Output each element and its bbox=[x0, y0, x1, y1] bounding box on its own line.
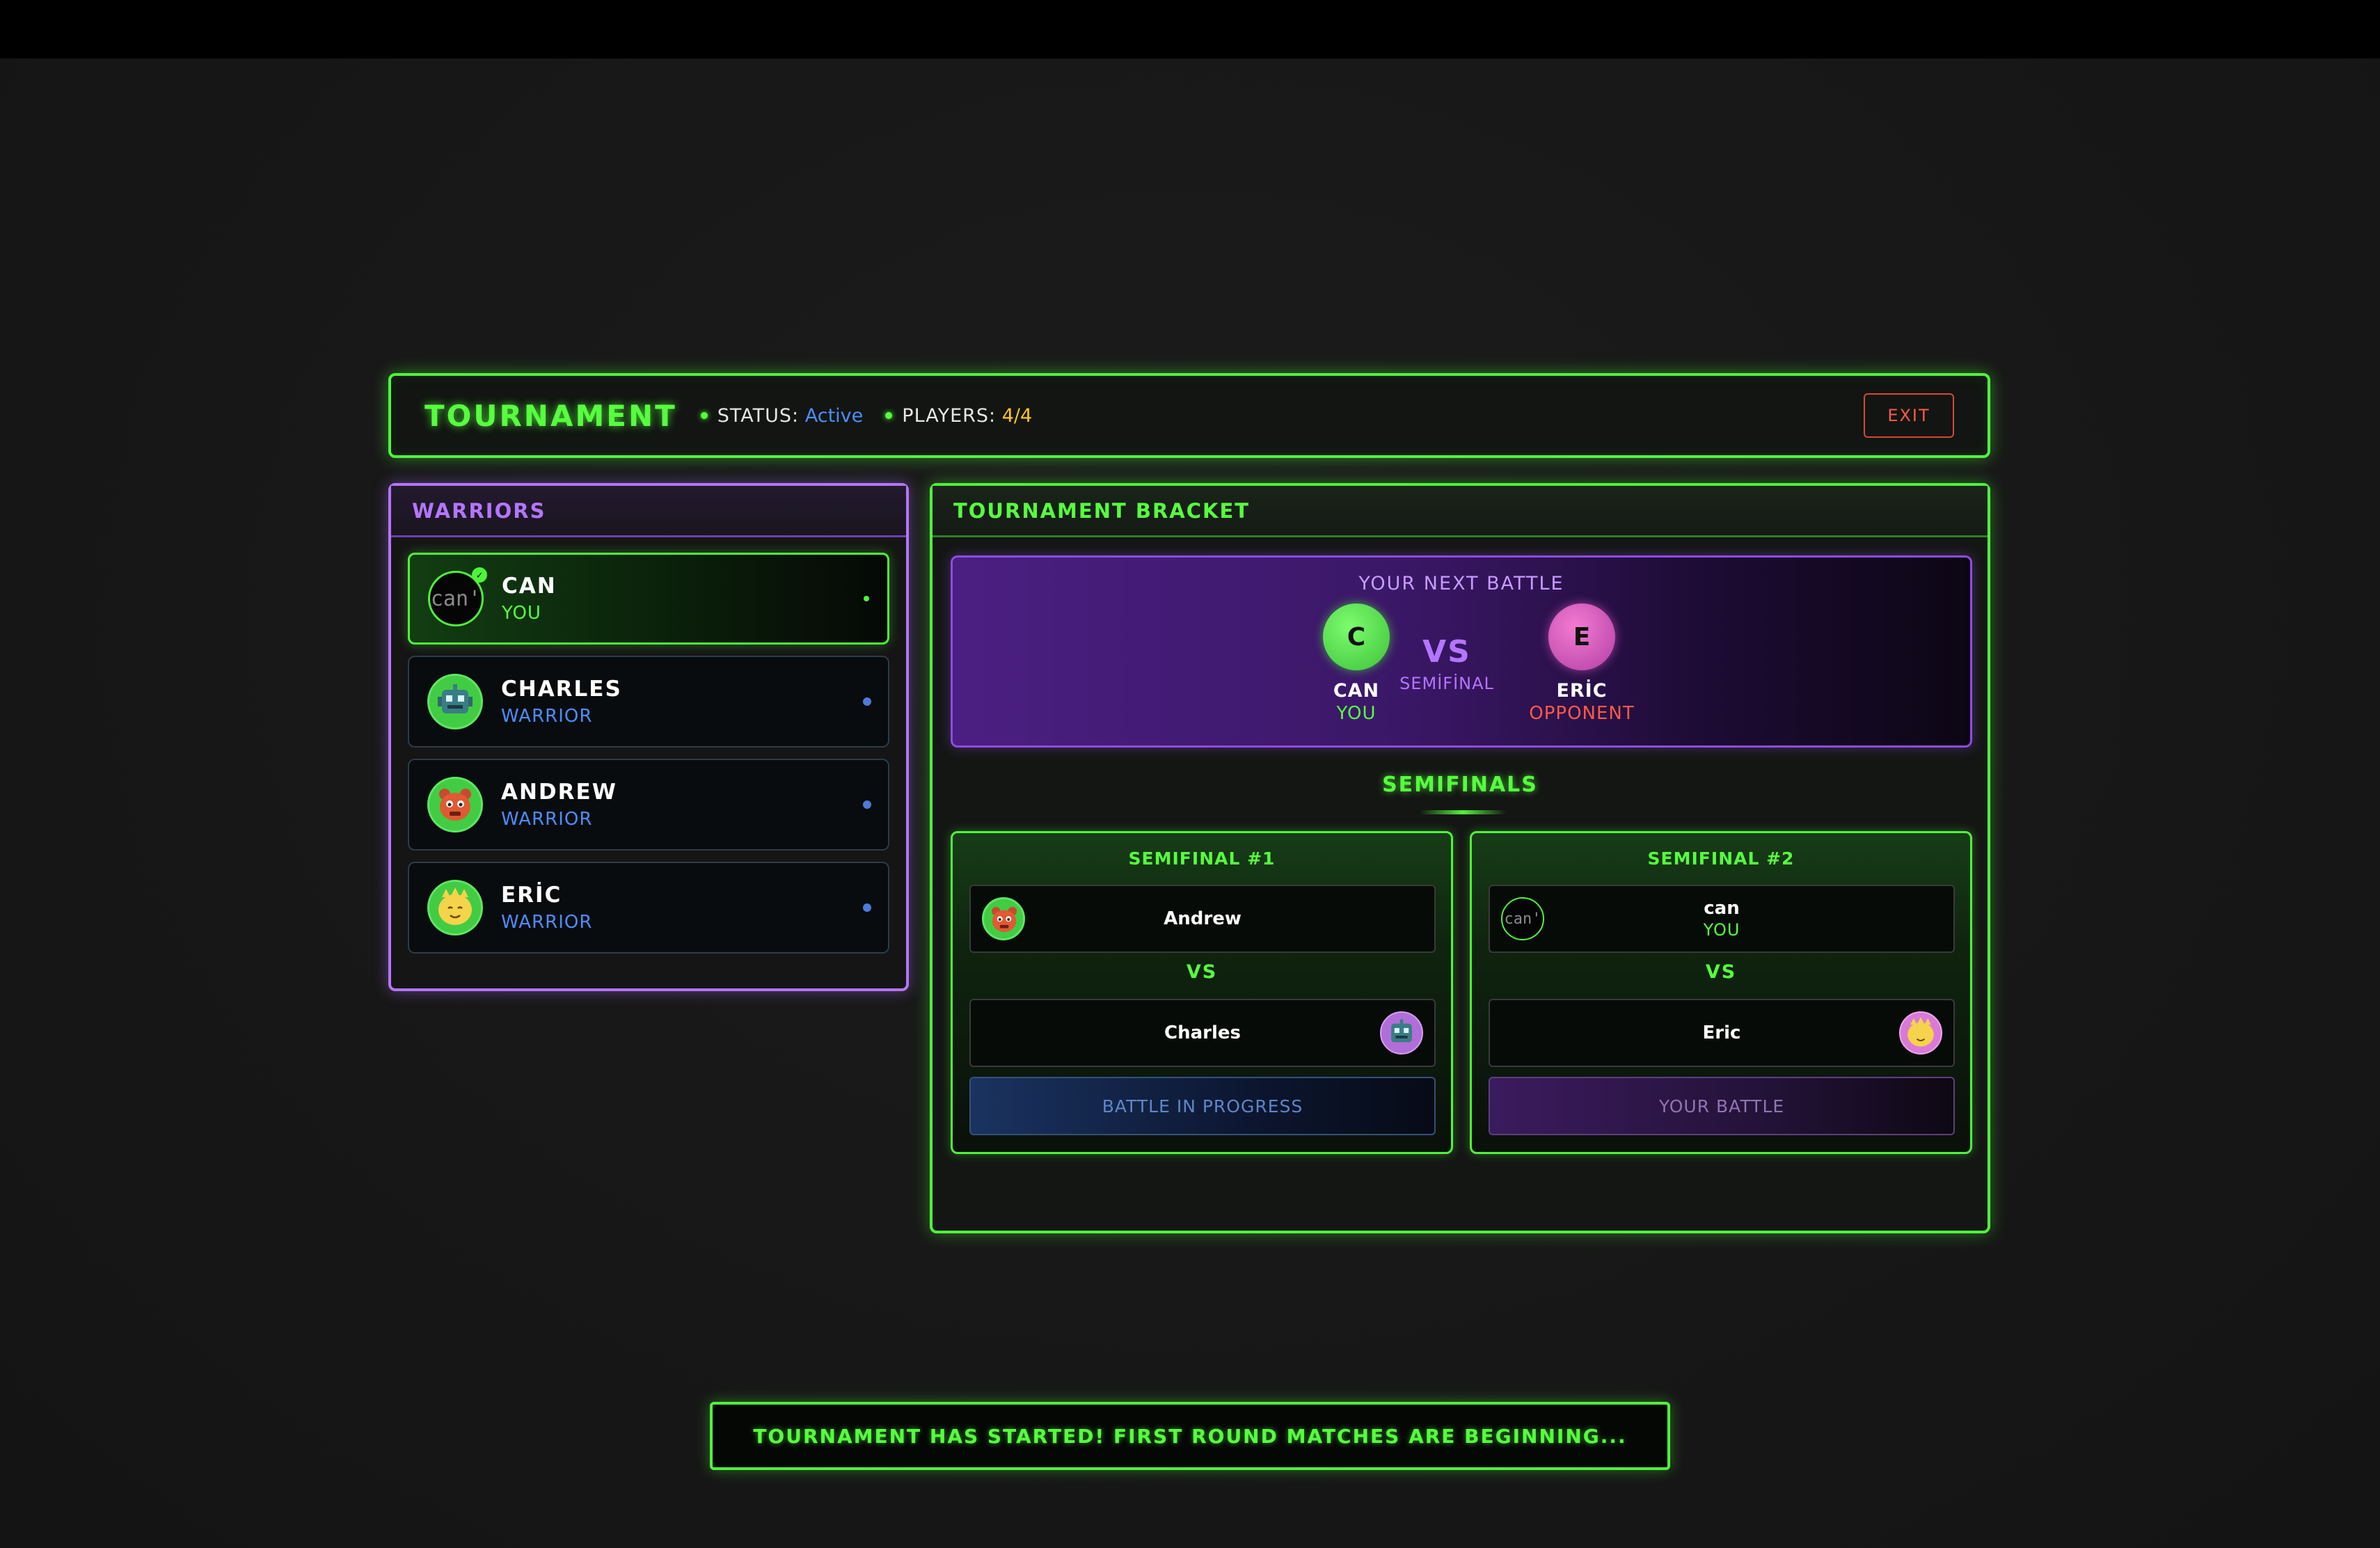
opponent-initial-avatar: E bbox=[1548, 603, 1615, 670]
status-dot-icon bbox=[700, 412, 708, 419]
next-battle-card: YOUR NEXT BATTLE C CAN YOU VS SEMİFİNAL … bbox=[951, 555, 1972, 748]
semifinal-card-1: SEMIFINAL #1 Andrew VS Charles BATTLE IN… bbox=[951, 831, 1453, 1154]
warrior-name: CAN bbox=[502, 574, 557, 599]
status-dot-icon bbox=[863, 800, 871, 809]
status-label: STATUS: bbox=[717, 404, 800, 427]
semifinal-card-2: SEMIFINAL #2 can' can YOU VS Eric YOUR B… bbox=[1470, 831, 1972, 1154]
yellow-creature-avatar-icon bbox=[1899, 1011, 1942, 1055]
you-label: YOU bbox=[1703, 920, 1740, 940]
vs-label: VS bbox=[1422, 634, 1471, 670]
warrior-item-andrew[interactable]: ANDREW WARRIOR bbox=[408, 759, 889, 851]
vs-label: VS bbox=[1705, 961, 1737, 983]
players-label: PLAYERS: bbox=[902, 404, 997, 427]
semifinal-title: SEMIFINAL #1 bbox=[1128, 848, 1276, 869]
exit-button[interactable]: EXIT bbox=[1864, 393, 1954, 438]
opponent-name: ERİC bbox=[1556, 680, 1608, 702]
robot-avatar-icon bbox=[1380, 1011, 1423, 1055]
warrior-name: ANDREW bbox=[501, 780, 617, 805]
next-battle-opponent: E ERİC OPPONENT bbox=[1512, 603, 1651, 724]
warrior-role: YOU bbox=[502, 603, 541, 624]
warriors-list: can' ✓ CAN YOU CHARLES WARRIOR ANDREW WA… bbox=[391, 537, 906, 954]
status-dot-icon bbox=[863, 903, 871, 912]
warrior-name: ERİC bbox=[501, 883, 562, 908]
warrior-role: WARRIOR bbox=[501, 912, 593, 933]
tournament-header: TOURNAMENT STATUS: Active PLAYERS: 4/4 E… bbox=[388, 373, 1990, 458]
players-count: 4/4 bbox=[1001, 404, 1033, 427]
match-slot-bottom[interactable]: Charles bbox=[969, 999, 1436, 1067]
player-name: can bbox=[1704, 898, 1740, 919]
player-name: Andrew bbox=[1164, 908, 1241, 929]
checkmark-icon: ✓ bbox=[472, 567, 487, 583]
window-top-bar bbox=[0, 0, 2380, 58]
warrior-name: CHARLES bbox=[501, 677, 622, 702]
status-dot-icon bbox=[863, 697, 871, 706]
page-title: TOURNAMENT bbox=[425, 398, 677, 433]
player-name: Eric bbox=[1702, 1022, 1741, 1043]
warrior-role: WARRIOR bbox=[501, 809, 593, 830]
robot-avatar-icon bbox=[427, 674, 483, 729]
semifinals-divider bbox=[1420, 810, 1506, 814]
notification-toast: TOURNAMENT HAS STARTED! FIRST ROUND MATC… bbox=[710, 1402, 1670, 1470]
player-name: Charles bbox=[1164, 1022, 1241, 1043]
opponent-role: OPPONENT bbox=[1529, 703, 1635, 724]
match-slot-top[interactable]: Andrew bbox=[969, 885, 1436, 953]
semifinals-heading: SEMIFINALS bbox=[1382, 773, 1538, 797]
self-avatar: can' ✓ bbox=[428, 567, 487, 626]
players-indicator: PLAYERS: 4/4 bbox=[885, 405, 1032, 427]
status-indicator: STATUS: Active bbox=[700, 404, 864, 427]
status-value: Active bbox=[804, 404, 864, 427]
warriors-title: WARRIORS bbox=[391, 486, 906, 537]
avatar-placeholder-text: can' bbox=[430, 586, 482, 611]
red-creature-avatar-icon bbox=[427, 777, 483, 832]
match-slot-bottom[interactable]: Eric bbox=[1489, 999, 1955, 1067]
players-dot-icon bbox=[885, 412, 893, 419]
battle-in-progress-button[interactable]: BATTLE IN PROGRESS bbox=[969, 1077, 1436, 1135]
match-slot-top[interactable]: can' can YOU bbox=[1489, 885, 1955, 953]
bracket-title: TOURNAMENT BRACKET bbox=[933, 486, 1988, 537]
next-battle-title: YOUR NEXT BATTLE bbox=[1358, 573, 1564, 594]
next-battle-vs: VS SEMİFİNAL bbox=[1377, 634, 1516, 693]
player-role: YOU bbox=[1336, 703, 1377, 724]
warrior-item-charles[interactable]: CHARLES WARRIOR bbox=[408, 656, 889, 748]
yellow-creature-avatar-icon bbox=[427, 880, 483, 935]
warriors-panel: WARRIORS can' ✓ CAN YOU CHARLES WARRIOR … bbox=[388, 483, 909, 991]
warrior-item-eric[interactable]: ERİC WARRIOR bbox=[408, 862, 889, 954]
warrior-role: WARRIOR bbox=[501, 706, 593, 727]
online-dot-icon bbox=[864, 596, 869, 601]
your-battle-button[interactable]: YOUR BATTLE bbox=[1489, 1077, 1955, 1135]
tournament-bracket-panel: TOURNAMENT BRACKET YOUR NEXT BATTLE C CA… bbox=[930, 483, 1990, 1233]
semifinal-title: SEMIFINAL #2 bbox=[1647, 848, 1795, 869]
round-label: SEMİFİNAL bbox=[1399, 674, 1494, 693]
warrior-item-can[interactable]: can' ✓ CAN YOU bbox=[408, 553, 889, 645]
vs-label: VS bbox=[1186, 961, 1218, 983]
